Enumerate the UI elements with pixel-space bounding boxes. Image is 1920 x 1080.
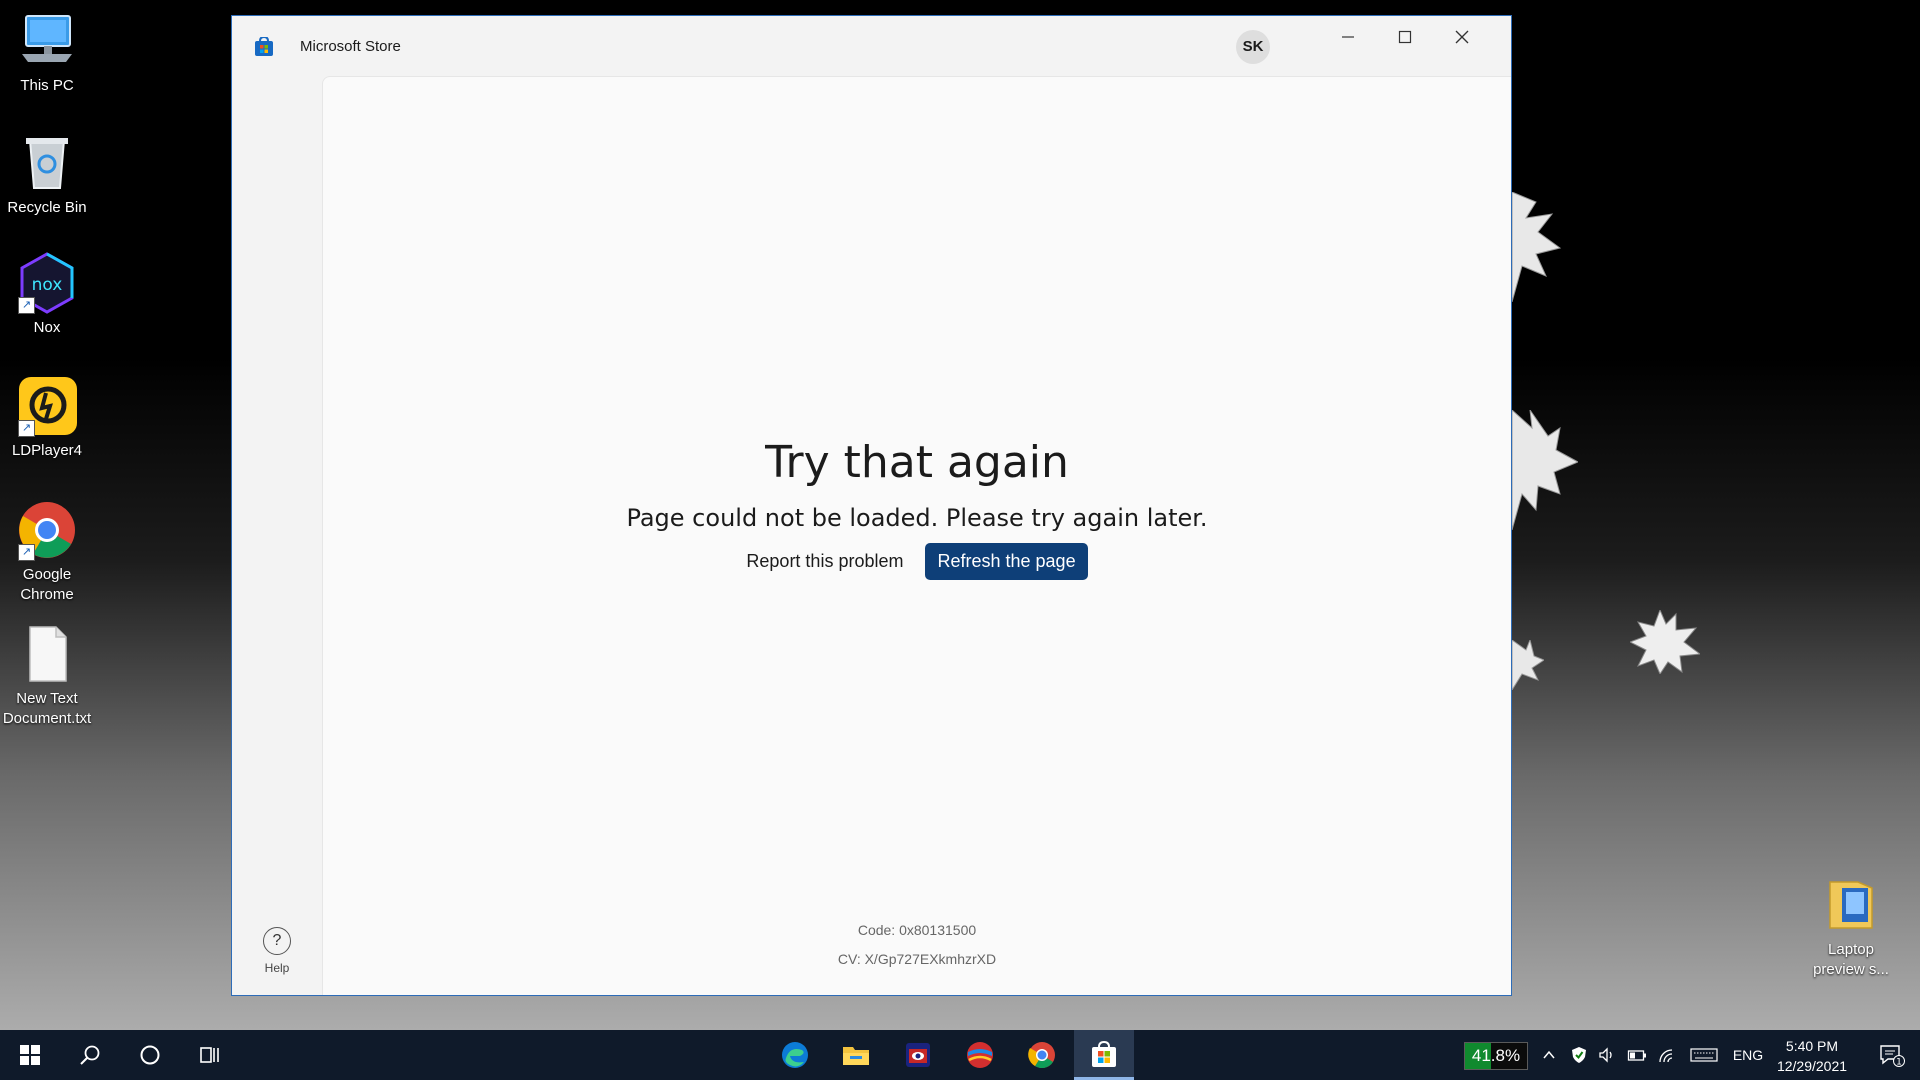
edge-icon xyxy=(782,1042,808,1068)
wifi-icon xyxy=(1659,1049,1673,1063)
desktop-icon-label: New Text Document.txt xyxy=(2,690,92,727)
help-label: Help xyxy=(264,961,290,975)
folder-icon xyxy=(1820,874,1882,936)
shield-icon xyxy=(1572,1047,1586,1063)
minimize-icon xyxy=(1342,36,1354,38)
desktop-icon-chrome[interactable]: ↗ Google Chrome xyxy=(0,499,94,605)
ldplayer-icon: ↗ xyxy=(16,375,78,437)
taskbar-file-explorer[interactable] xyxy=(826,1030,886,1080)
show-hidden-icons-button[interactable] xyxy=(1536,1030,1562,1080)
battery-icon xyxy=(1627,1050,1646,1061)
taskbar-chrome[interactable] xyxy=(1012,1030,1072,1080)
maximize-icon xyxy=(1398,30,1412,44)
media-app-icon xyxy=(906,1043,930,1067)
touch-keyboard-button[interactable] xyxy=(1686,1030,1722,1080)
ball-app-icon xyxy=(967,1042,993,1068)
network-tray-button[interactable] xyxy=(1654,1030,1680,1080)
close-button[interactable] xyxy=(1434,16,1490,56)
nox-logo-text: nox xyxy=(32,275,63,295)
battery-percent-widget[interactable]: 41.8% xyxy=(1464,1042,1528,1070)
desktop-icon-laptop-preview[interactable]: Laptop preview s... xyxy=(1804,874,1898,980)
error-code: Code: 0x80131500 xyxy=(857,922,977,938)
window-title: Microsoft Store xyxy=(300,38,401,55)
correlation-vector: CV: X/Gp727EXkmhzrXD xyxy=(837,951,997,967)
keyboard-icon xyxy=(1690,1048,1718,1062)
maximize-button[interactable] xyxy=(1377,16,1433,56)
shortcut-arrow-icon: ↗ xyxy=(18,297,35,314)
taskbar: 41.8% ENG 5:40 PM 12/29/2021 1 xyxy=(0,1030,1920,1080)
chrome-icon xyxy=(1028,1042,1055,1069)
desktop-icon-recycle-bin[interactable]: Recycle Bin xyxy=(0,132,94,218)
action-center-button[interactable]: 1 xyxy=(1870,1030,1914,1080)
clock-time: 5:40 PM xyxy=(1785,1038,1839,1054)
taskbar-ball-app[interactable] xyxy=(950,1030,1010,1080)
desktop-icon-label: Google Chrome xyxy=(20,566,74,603)
refresh-page-button[interactable]: Refresh the page xyxy=(925,543,1088,580)
question-icon: ? xyxy=(263,927,291,955)
wallpaper-snowflake xyxy=(1511,640,1544,690)
shortcut-arrow-icon: ↗ xyxy=(18,544,35,561)
shortcut-arrow-icon: ↗ xyxy=(18,420,35,437)
recycle-bin-icon xyxy=(16,132,78,194)
cortana-icon xyxy=(140,1045,160,1065)
sidebar: ? Help xyxy=(232,76,322,995)
start-button[interactable] xyxy=(0,1030,60,1080)
desktop-icon-label: Laptop preview s... xyxy=(1813,941,1889,978)
search-icon xyxy=(80,1045,100,1065)
taskbar-edge[interactable] xyxy=(765,1030,825,1080)
chevron-up-icon xyxy=(1543,1050,1555,1059)
error-actions: Report this problem Refresh the page xyxy=(323,543,1511,580)
text-file-icon xyxy=(16,623,78,685)
desktop-icon-nox[interactable]: nox ↗ Nox xyxy=(0,252,94,338)
desktop-icon-label: LDPlayer4 xyxy=(11,442,83,459)
close-icon xyxy=(1455,30,1469,44)
desktop-icon-this-pc[interactable]: This PC xyxy=(0,10,94,96)
wallpaper-snowflake xyxy=(1630,610,1700,674)
avatar[interactable]: SK xyxy=(1236,30,1270,64)
cortana-button[interactable] xyxy=(120,1030,180,1080)
taskbar-media-app[interactable] xyxy=(888,1030,948,1080)
error-page: Try that again Page could not be loaded.… xyxy=(322,76,1511,995)
chrome-icon: ↗ xyxy=(16,499,78,561)
task-view-icon xyxy=(200,1047,219,1063)
volume-icon xyxy=(1599,1047,1612,1063)
clock-date: 12/29/2021 xyxy=(1776,1058,1848,1074)
start-icon xyxy=(20,1045,40,1065)
error-message: Page could not be loaded. Please try aga… xyxy=(626,504,1208,532)
desktop-icon-label: Recycle Bin xyxy=(7,199,87,216)
notification-icon: 1 xyxy=(1880,1045,1905,1068)
file-explorer-icon xyxy=(843,1047,869,1065)
wallpaper-snowflake xyxy=(1511,192,1562,302)
security-tray-button[interactable] xyxy=(1566,1030,1592,1080)
task-view-button[interactable] xyxy=(180,1030,240,1080)
desktop-icon-label: This PC xyxy=(20,77,74,94)
store-logo-icon xyxy=(255,37,273,56)
desktop-icon-ldplayer[interactable]: ↗ LDPlayer4 xyxy=(0,375,94,461)
report-problem-button[interactable]: Report this problem xyxy=(746,545,903,578)
error-title: Try that again xyxy=(765,437,1069,488)
store-window: Microsoft Store SK ? Help Try that again… xyxy=(231,15,1512,996)
desktop-icon-label: Nox xyxy=(33,319,61,336)
battery-tray-button[interactable] xyxy=(1624,1030,1650,1080)
desktop-icon-text-document[interactable]: New Text Document.txt xyxy=(0,623,94,729)
taskbar-store[interactable] xyxy=(1074,1030,1134,1080)
title-bar[interactable]: Microsoft Store SK xyxy=(232,16,1511,76)
volume-tray-button[interactable] xyxy=(1594,1030,1620,1080)
nox-icon: nox ↗ xyxy=(16,252,78,314)
store-icon xyxy=(1092,1040,1116,1067)
notification-count: 1 xyxy=(1896,1058,1902,1068)
search-button[interactable] xyxy=(60,1030,120,1080)
wallpaper-snowflake xyxy=(1511,410,1578,530)
this-pc-icon xyxy=(16,10,78,72)
help-button[interactable]: ? Help xyxy=(248,927,306,975)
minimize-button[interactable] xyxy=(1320,16,1376,56)
battery-percent: 41.8% xyxy=(1471,1046,1521,1065)
clock[interactable]: 5:40 PM 12/29/2021 xyxy=(1762,1036,1862,1076)
